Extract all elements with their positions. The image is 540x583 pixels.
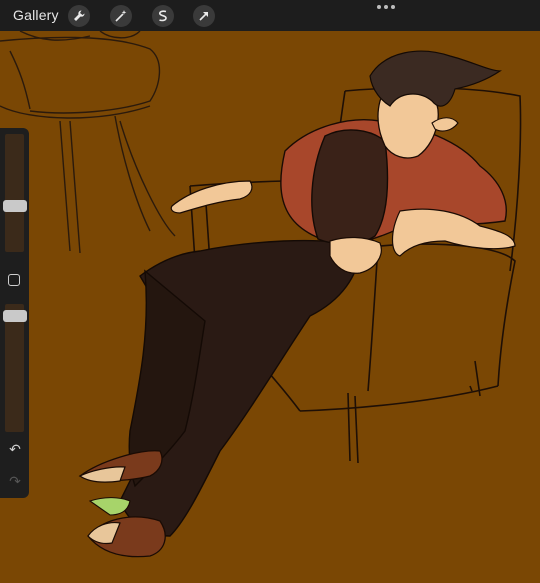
top-toolbar: Gallery <box>0 0 540 31</box>
undo-icon[interactable]: ↶ <box>7 442 23 456</box>
left-sidebar: ↶ ↷ <box>0 128 29 498</box>
wrench-icon[interactable] <box>68 5 90 27</box>
brush-size-slider[interactable] <box>5 134 24 252</box>
modify-button[interactable] <box>8 274 20 286</box>
arrow-cursor-icon[interactable] <box>193 5 215 27</box>
selection-icon[interactable] <box>152 5 174 27</box>
magic-wand-icon[interactable] <box>110 5 132 27</box>
artwork <box>0 30 540 578</box>
redo-icon[interactable]: ↷ <box>7 474 23 488</box>
more-options-icon[interactable] <box>377 5 395 9</box>
opacity-slider[interactable] <box>5 304 24 432</box>
drawing-canvas[interactable] <box>0 30 540 578</box>
brush-size-handle[interactable] <box>3 200 27 212</box>
opacity-handle[interactable] <box>3 310 27 322</box>
gallery-button[interactable]: Gallery <box>13 7 59 23</box>
